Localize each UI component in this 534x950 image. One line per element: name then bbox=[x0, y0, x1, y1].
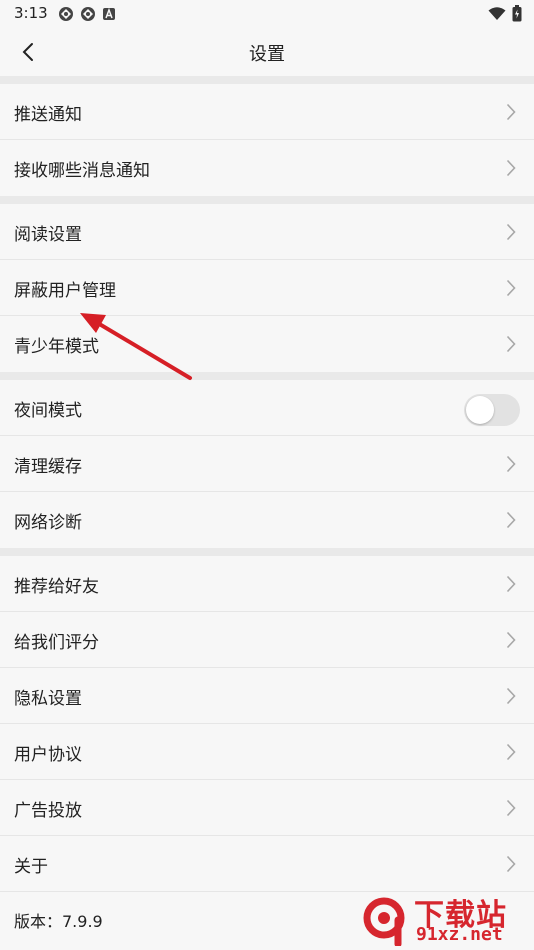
nav-bar: 设置 bbox=[0, 28, 534, 76]
night-mode-toggle[interactable] bbox=[464, 394, 520, 426]
status-notification-icons bbox=[58, 6, 116, 22]
chevron-right-icon bbox=[506, 743, 516, 761]
chevron-right-icon bbox=[506, 575, 516, 593]
settings-item-network-diagnosis[interactable]: 网络诊断 bbox=[0, 492, 534, 548]
settings-item-label: 网络诊断 bbox=[14, 512, 82, 533]
settings-item-night-mode: 夜间模式 bbox=[0, 380, 534, 436]
settings-item-push-notification[interactable]: 推送通知 bbox=[0, 84, 534, 140]
site-watermark: 下载站 91xz.net bbox=[360, 890, 530, 948]
section-divider bbox=[0, 372, 534, 380]
app-notification-icon bbox=[81, 7, 95, 21]
section-divider bbox=[0, 196, 534, 204]
settings-item-recommend-to-friends[interactable]: 推荐给好友 bbox=[0, 556, 534, 612]
page-title: 设置 bbox=[249, 44, 285, 65]
settings-item-label: 广告投放 bbox=[14, 800, 82, 821]
app-a-icon bbox=[103, 7, 115, 20]
status-system-icons bbox=[488, 5, 522, 22]
chevron-right-icon bbox=[506, 335, 516, 353]
watermark-logo-icon bbox=[363, 897, 405, 946]
settings-item-teen-mode[interactable]: 青少年模式 bbox=[0, 316, 534, 372]
settings-list: 推送通知 接收哪些消息通知 阅读设置 屏蔽用户管理 青少年模式 夜间模式 清理缓… bbox=[0, 76, 534, 948]
battery-icon bbox=[512, 5, 522, 22]
watermark-url: 91xz.net bbox=[416, 924, 503, 945]
settings-item-label: 给我们评分 bbox=[14, 632, 99, 653]
chevron-right-icon bbox=[506, 511, 516, 529]
settings-item-label: 关于 bbox=[14, 856, 48, 877]
chevron-right-icon bbox=[506, 455, 516, 473]
chevron-right-icon bbox=[506, 631, 516, 649]
settings-item-privacy-settings[interactable]: 隐私设置 bbox=[0, 668, 534, 724]
settings-item-label: 青少年模式 bbox=[14, 336, 99, 357]
chevron-right-icon bbox=[506, 799, 516, 817]
settings-item-rate-us[interactable]: 给我们评分 bbox=[0, 612, 534, 668]
settings-item-user-agreement[interactable]: 用户协议 bbox=[0, 724, 534, 780]
settings-item-reading-settings[interactable]: 阅读设置 bbox=[0, 204, 534, 260]
section-divider bbox=[0, 548, 534, 556]
settings-item-label: 推送通知 bbox=[14, 104, 82, 125]
settings-item-message-notification-types[interactable]: 接收哪些消息通知 bbox=[0, 140, 534, 196]
app-notification-icon bbox=[59, 7, 73, 21]
section-divider bbox=[0, 76, 534, 84]
settings-item-label: 夜间模式 bbox=[14, 400, 82, 421]
settings-item-ad-delivery[interactable]: 广告投放 bbox=[0, 780, 534, 836]
settings-item-label: 阅读设置 bbox=[14, 224, 82, 245]
settings-item-about[interactable]: 关于 bbox=[0, 836, 534, 892]
chevron-right-icon bbox=[506, 103, 516, 121]
settings-item-blocked-users[interactable]: 屏蔽用户管理 bbox=[0, 260, 534, 316]
status-time: 3:13 bbox=[14, 4, 48, 22]
settings-item-clear-cache[interactable]: 清理缓存 bbox=[0, 436, 534, 492]
settings-item-label: 隐私设置 bbox=[14, 688, 82, 709]
settings-item-label: 清理缓存 bbox=[14, 456, 82, 477]
chevron-right-icon bbox=[506, 159, 516, 177]
settings-item-label: 用户协议 bbox=[14, 744, 82, 765]
settings-item-label: 推荐给好友 bbox=[14, 576, 99, 597]
settings-item-label: 屏蔽用户管理 bbox=[14, 280, 116, 301]
chevron-right-icon bbox=[506, 855, 516, 873]
chevron-right-icon bbox=[506, 687, 516, 705]
wifi-icon bbox=[488, 6, 506, 20]
chevron-right-icon bbox=[506, 223, 516, 241]
toggle-knob bbox=[466, 396, 494, 424]
status-bar: 3:13 bbox=[0, 0, 534, 28]
settings-item-label: 接收哪些消息通知 bbox=[14, 160, 150, 181]
chevron-right-icon bbox=[506, 279, 516, 297]
version-text: 版本：7.9.9 bbox=[14, 912, 103, 931]
